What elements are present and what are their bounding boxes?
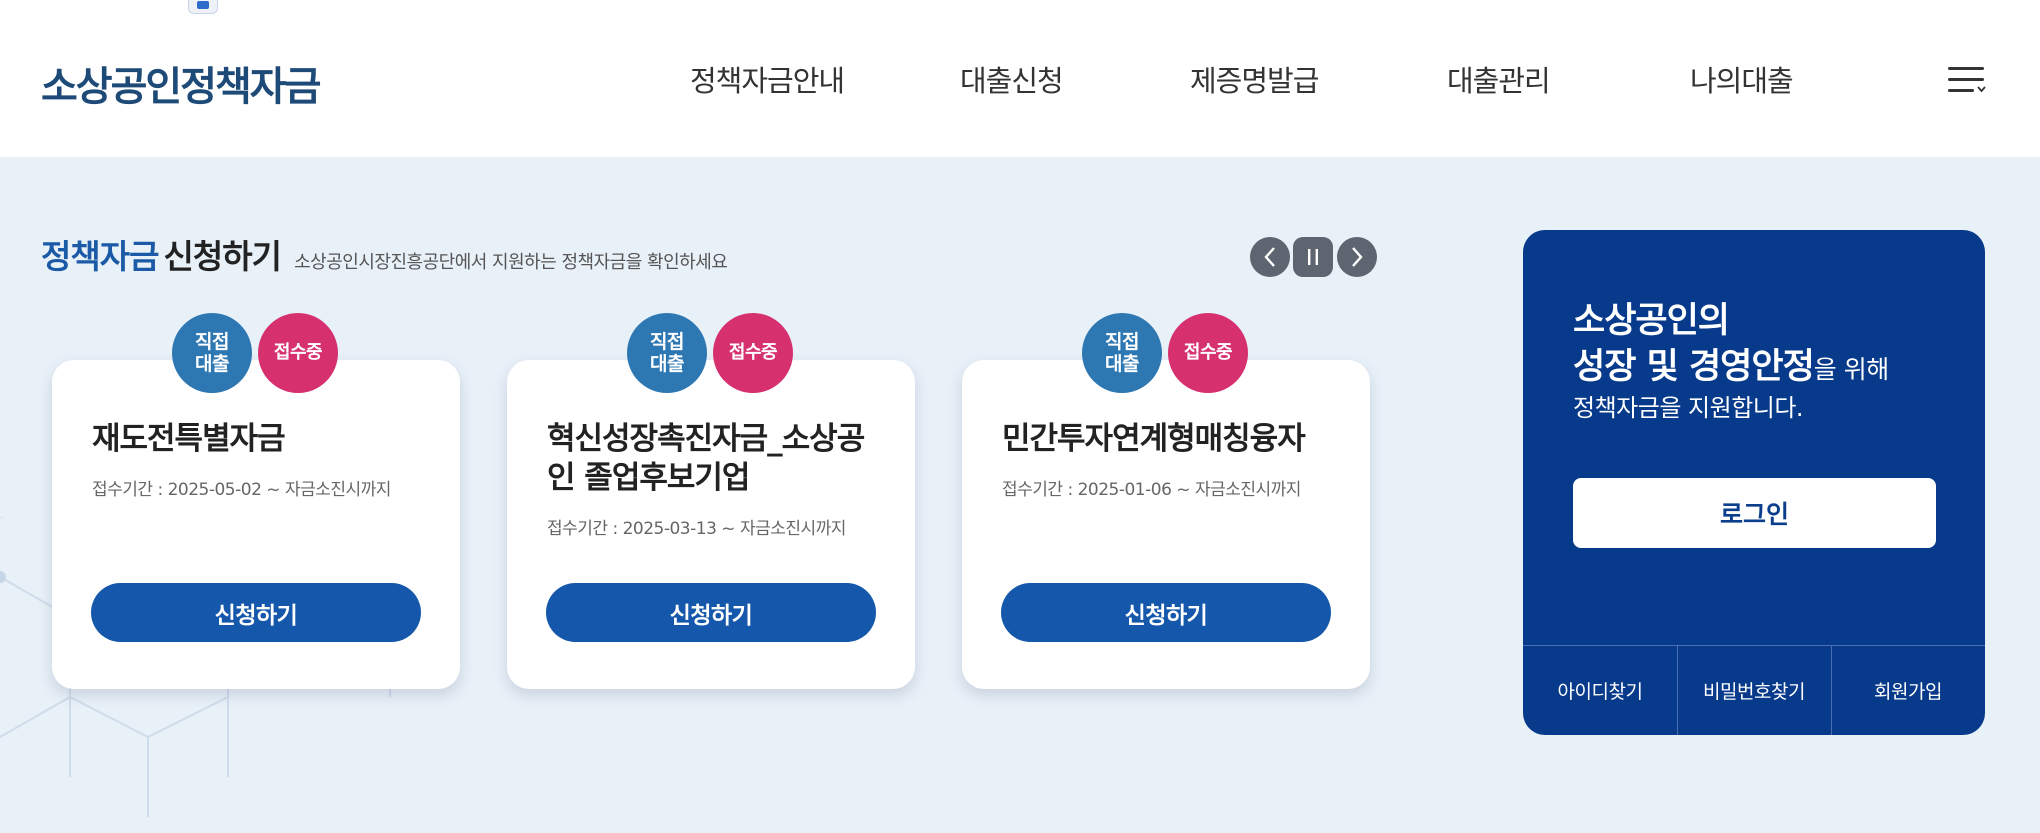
- direct-loan-badge: 직접 대출: [627, 313, 707, 393]
- section-description: 소상공인시장진흥공단에서 지원하는 정책자금을 확인하세요: [294, 252, 728, 273]
- login-panel-subtext: 정책자금을 지원합니다.: [1573, 394, 1804, 422]
- section-title-rest: 신청하기: [163, 237, 282, 276]
- direct-loan-badge: 직접 대출: [172, 313, 252, 393]
- site-header: 소상공인정책자금 정책자금안내 대출신청 제증명발급 대출관리 나의대출: [0, 0, 2040, 157]
- fund-card-title[interactable]: 혁신성장촉진자금_소상공인 졸업후보기업: [547, 420, 887, 498]
- chevron-right-icon[interactable]: [1337, 237, 1377, 277]
- sign-up-link[interactable]: 회원가입: [1831, 646, 1985, 735]
- fund-card-title[interactable]: 재도전특별자금: [92, 420, 432, 459]
- login-panel-heading-rest: 을 위해: [1813, 355, 1889, 384]
- fund-card-period: 접수기간 : 2025-03-13 ~ 자금소진시까지: [547, 519, 846, 539]
- apply-button[interactable]: 신청하기: [1001, 583, 1331, 642]
- fund-card-period: 접수기간 : 2025-01-06 ~ 자금소진시까지: [1002, 480, 1301, 500]
- nav-item-loan-application[interactable]: 대출신청: [960, 58, 1064, 100]
- login-panel-heading-line2: 성장 및 경영안정을 위해: [1573, 338, 1889, 389]
- find-id-link[interactable]: 아이디찾기: [1523, 646, 1677, 735]
- section-title: 정책자금 신청하기 소상공인시장진흥공단에서 지원하는 정책자금을 확인하세요: [41, 230, 728, 278]
- site-logo[interactable]: 소상공인정책자금: [41, 54, 321, 112]
- login-button[interactable]: 로그인: [1573, 478, 1936, 548]
- fund-card-title[interactable]: 민간투자연계형매칭융자: [1002, 420, 1342, 459]
- nav-item-loan-management[interactable]: 대출관리: [1447, 58, 1551, 100]
- status-badge: 접수중: [713, 313, 793, 393]
- fund-card: 혁신성장촉진자금_소상공인 졸업후보기업 접수기간 : 2025-03-13 ~…: [507, 360, 915, 689]
- account-links: 아이디찾기 비밀번호찾기 회원가입: [1523, 646, 1985, 735]
- pause-icon[interactable]: [1293, 237, 1333, 277]
- fund-card: 재도전특별자금 접수기간 : 2025-05-02 ~ 자금소진시까지 신청하기: [52, 360, 460, 689]
- apply-button[interactable]: 신청하기: [546, 583, 876, 642]
- chevron-left-icon[interactable]: [1250, 237, 1290, 277]
- menu-icon[interactable]: [1948, 63, 1986, 93]
- apply-button[interactable]: 신청하기: [91, 583, 421, 642]
- login-panel-heading-line1: 소상공인의: [1573, 301, 1730, 341]
- find-password-link[interactable]: 비밀번호찾기: [1677, 646, 1831, 735]
- fund-card-period: 접수기간 : 2025-05-02 ~ 자금소진시까지: [92, 480, 391, 500]
- direct-loan-badge: 직접 대출: [1082, 313, 1162, 393]
- nav-item-policy-fund-guide[interactable]: 정책자금안내: [690, 58, 845, 100]
- status-badge: 접수중: [258, 313, 338, 393]
- status-badge: 접수중: [1168, 313, 1248, 393]
- fund-card: 민간투자연계형매칭융자 접수기간 : 2025-01-06 ~ 자금소진시까지 …: [962, 360, 1370, 689]
- login-panel-heading-bold: 성장 및 경영안정: [1573, 347, 1815, 387]
- login-panel: 소상공인의 성장 및 경영안정을 위해 정책자금을 지원합니다. 로그인 아이디…: [1523, 230, 1985, 735]
- section-title-highlight: 정책자금: [41, 237, 159, 276]
- nav-item-my-loans[interactable]: 나의대출: [1690, 58, 1794, 100]
- accessibility-badge-icon[interactable]: [188, 0, 218, 14]
- nav-item-certificate-issue[interactable]: 제증명발급: [1190, 58, 1319, 100]
